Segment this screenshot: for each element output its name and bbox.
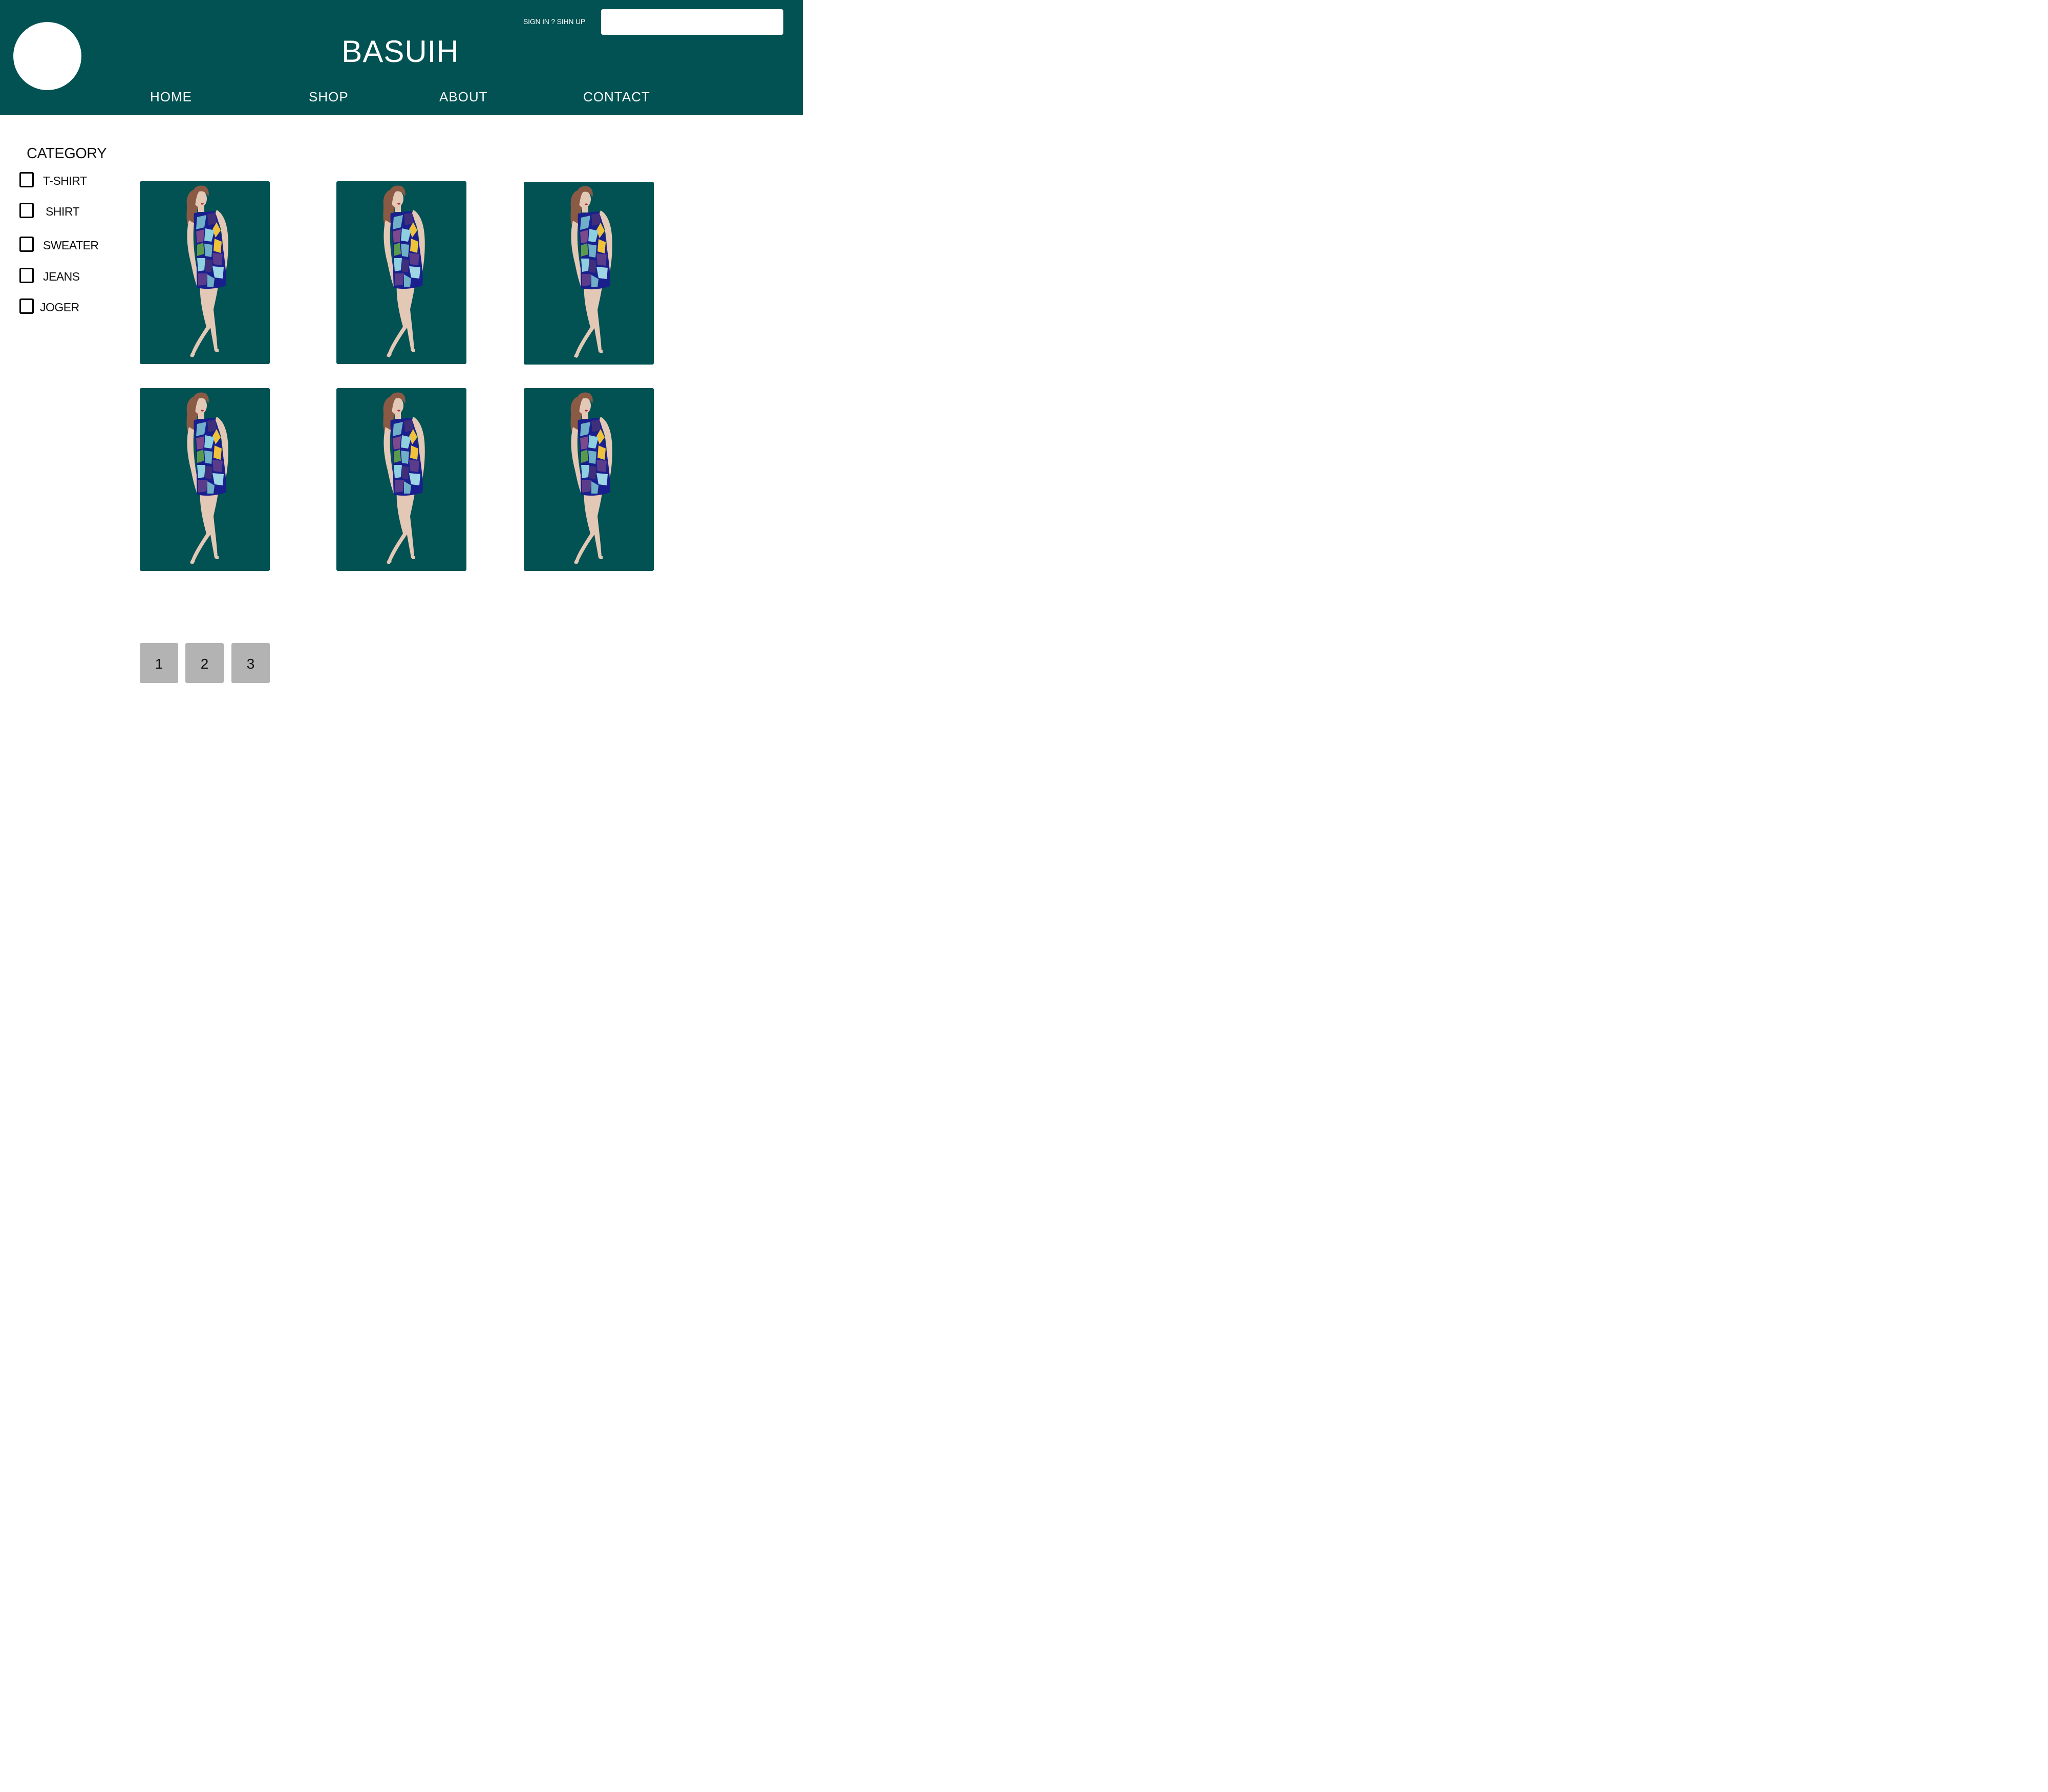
page-button-2[interactable]: 2: [185, 643, 224, 683]
site-title: BASUIH: [0, 35, 803, 69]
nav-about[interactable]: ABOUT: [439, 89, 488, 104]
woman-in-patterned-dress-image: [383, 185, 425, 357]
category-label: JEANS: [43, 270, 80, 283]
woman-in-patterned-dress-image: [383, 392, 425, 564]
product-card[interactable]: [524, 182, 654, 365]
woman-in-patterned-dress-image: [186, 392, 228, 564]
product-card[interactable]: [336, 181, 466, 364]
woman-in-patterned-dress-image: [570, 392, 612, 564]
category-label: JOGER: [40, 301, 79, 314]
category-label: SHIRT: [46, 205, 80, 218]
search-input[interactable]: [601, 9, 783, 35]
checkbox[interactable]: [19, 237, 34, 252]
nav-home[interactable]: HOME: [150, 89, 192, 104]
checkbox[interactable]: [19, 203, 34, 218]
product-card[interactable]: [524, 388, 654, 571]
woman-in-patterned-dress-image: [570, 186, 612, 358]
checkbox[interactable]: [19, 268, 34, 283]
nav-contact[interactable]: CONTACT: [583, 89, 650, 104]
category-label: SWEATER: [43, 239, 99, 252]
product-card[interactable]: [140, 181, 270, 364]
nav-shop[interactable]: SHOP: [309, 89, 349, 104]
site-title-text: BASUIH: [342, 34, 459, 69]
site-header: SIGN IN ? SIHN UP BASUIH HOME SHOP ABOUT…: [0, 0, 803, 115]
sign-in-sign-up-link[interactable]: SIGN IN ? SIHN UP: [523, 17, 585, 26]
category-label: T-SHIRT: [43, 174, 87, 187]
page-button-3[interactable]: 3: [231, 643, 270, 683]
product-card[interactable]: [140, 388, 270, 571]
category-heading: CATEGORY: [27, 145, 107, 162]
checkbox[interactable]: [19, 298, 34, 314]
page-button-1[interactable]: 1: [140, 643, 178, 683]
woman-in-patterned-dress-image: [186, 185, 228, 357]
checkbox[interactable]: [19, 172, 34, 187]
product-card[interactable]: [336, 388, 466, 571]
